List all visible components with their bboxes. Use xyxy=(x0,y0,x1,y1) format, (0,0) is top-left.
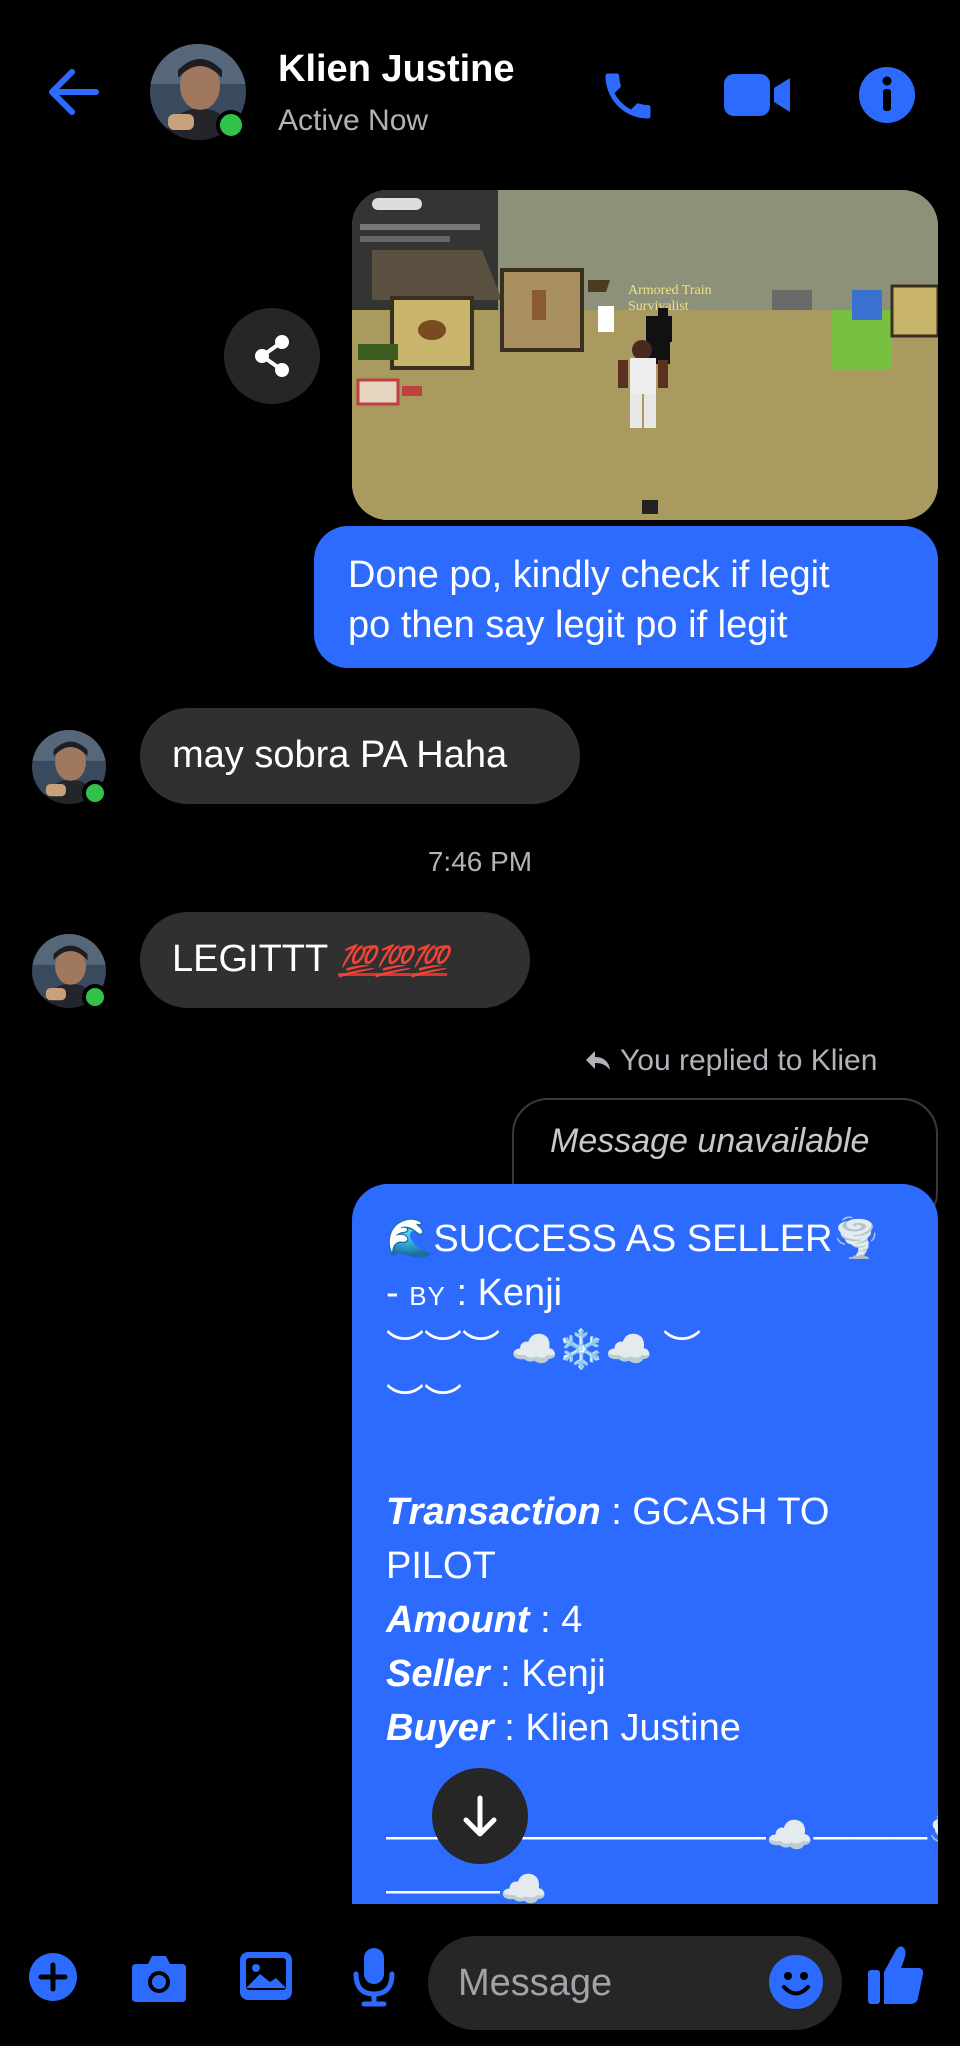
reply-indicator-text: You replied to Klien xyxy=(620,1044,878,1077)
reply-indicator: You replied to Klien xyxy=(584,1044,877,1079)
scroll-to-bottom-button[interactable] xyxy=(432,1768,528,1864)
transaction-field-cont: PILOT xyxy=(386,1545,496,1587)
online-status-dot xyxy=(216,110,246,140)
decoration-line: ︶︶ xyxy=(386,1383,463,1425)
shared-game-screenshot[interactable]: Armored Train Survivalist xyxy=(352,190,938,520)
online-status-dot xyxy=(82,780,108,806)
amount-field: Amount : 4 xyxy=(386,1599,583,1641)
transaction-field: Transaction : GCASH TO xyxy=(386,1491,830,1533)
share-button[interactable] xyxy=(224,308,320,404)
decoration-line: ︶︶︶ ☁️❄️☁️ ︶ xyxy=(386,1329,702,1371)
hundred-points-emoji: 💯💯💯 xyxy=(338,945,448,978)
game-sign-text: Armored Train xyxy=(628,283,712,298)
microphone-icon[interactable] xyxy=(352,1946,396,2008)
camera-icon[interactable] xyxy=(130,1952,188,2004)
contact-status: Active Now xyxy=(278,104,429,137)
online-status-dot xyxy=(82,984,108,1010)
message-line: Done po, kindly check if legit xyxy=(348,554,830,596)
outgoing-message[interactable]: Done po, kindly check if legit po then s… xyxy=(314,526,938,668)
seller-by-line: - BY : Kenji xyxy=(386,1272,563,1314)
reply-arrow-icon xyxy=(584,1045,612,1079)
divider-line: ———☁️ xyxy=(386,1869,548,1904)
thumbs-up-icon[interactable] xyxy=(866,1944,926,2006)
message-line: po then say legit po if legit xyxy=(348,604,788,646)
incoming-message[interactable]: LEGITTT 💯💯💯 xyxy=(140,912,530,1008)
emoji-icon[interactable] xyxy=(768,1954,824,2010)
info-icon[interactable] xyxy=(858,66,916,124)
seller-field: Seller : Kenji xyxy=(386,1653,606,1695)
message-timestamp: 7:46 PM xyxy=(427,846,533,877)
buyer-field: Buyer : Klien Justine xyxy=(386,1707,741,1749)
incoming-message[interactable]: may sobra PA Haha xyxy=(140,708,580,804)
plus-icon[interactable] xyxy=(28,1952,78,2002)
contact-name[interactable]: Klien Justine xyxy=(278,48,515,91)
gallery-icon[interactable] xyxy=(238,1950,294,2002)
seller-title: 🌊SUCCESS AS SELLER🌪️ xyxy=(386,1218,880,1260)
phone-call-icon[interactable] xyxy=(598,66,658,126)
message-text: LEGITTT xyxy=(172,938,339,980)
back-arrow-icon[interactable] xyxy=(44,64,104,120)
video-call-icon[interactable] xyxy=(722,70,794,120)
